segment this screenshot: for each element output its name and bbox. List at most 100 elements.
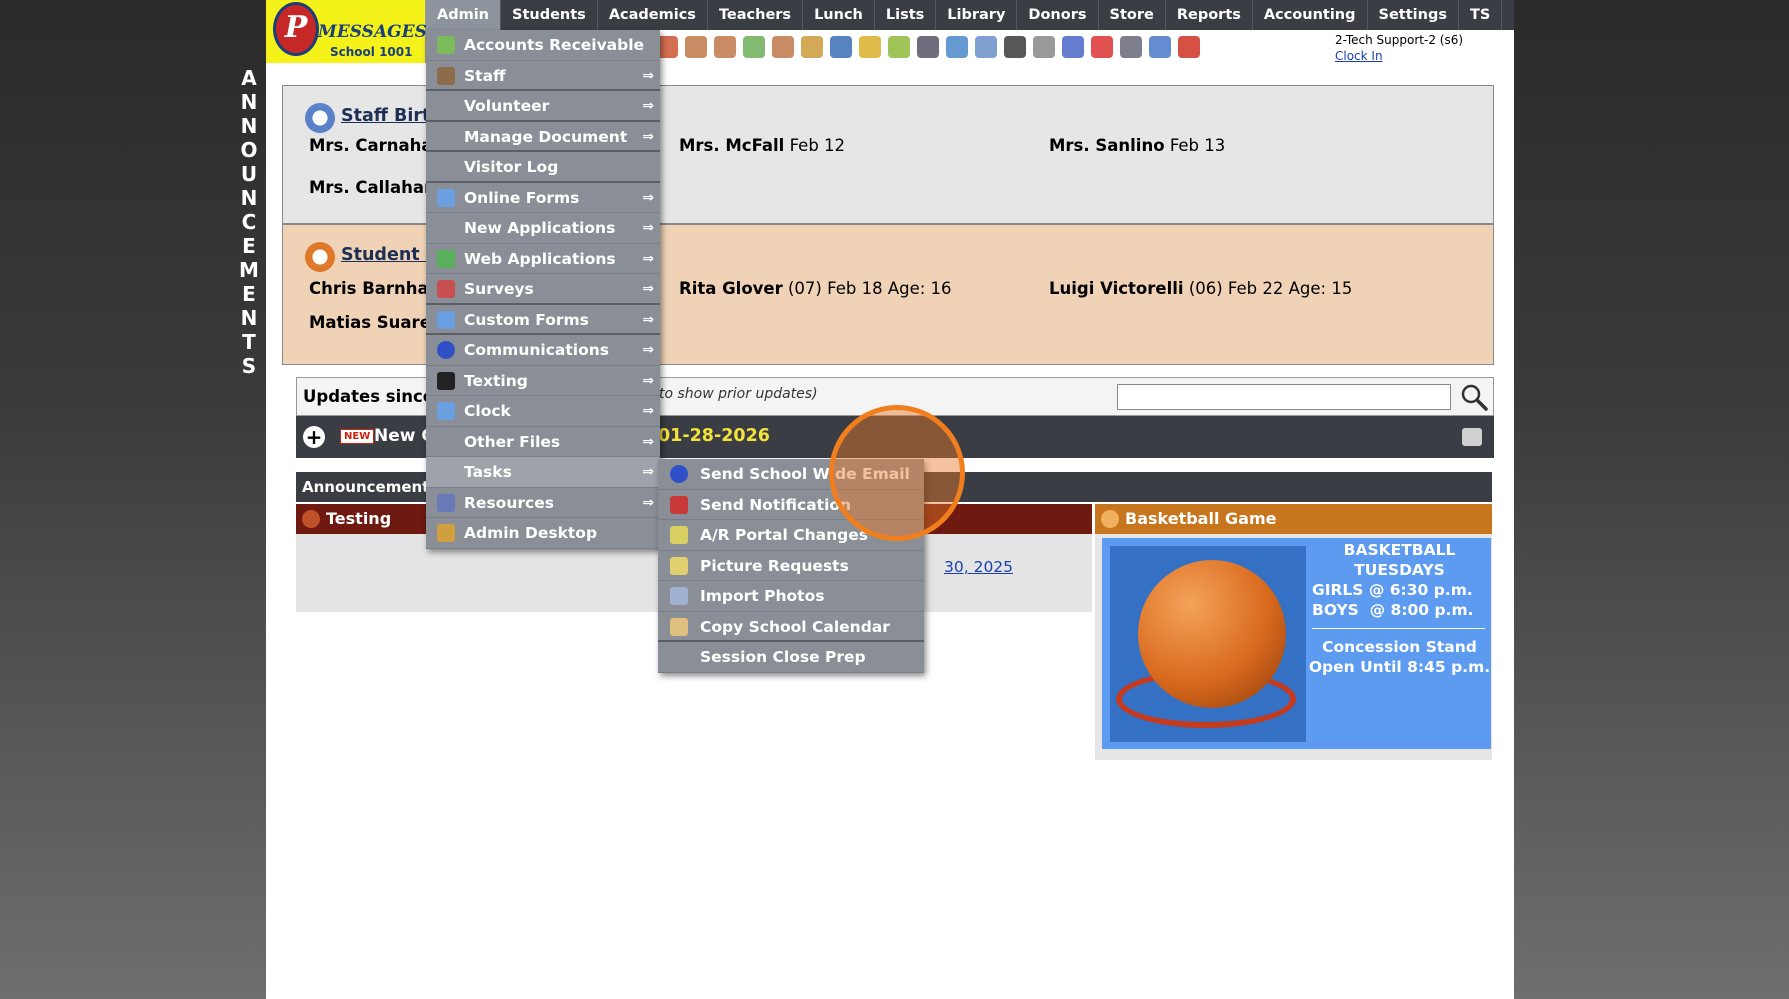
nav-donors[interactable]: Donors [1017,0,1099,30]
nav-logout[interactable]: Logout [1502,0,1514,30]
arrow-right-icon: ⇒ [642,342,654,358]
grid-icon[interactable] [975,36,997,58]
menu-item-visitor-log[interactable]: Visitor Log [426,152,660,183]
student-birthday-entry: Rita Glover (07) Feb 18 Age: 16 [679,279,952,298]
menu-item-picture-requests[interactable]: Picture Requests [658,551,924,581]
menu-item-resources[interactable]: Resources ⇒ [426,488,660,518]
menu-item-accounts-receivable[interactable]: Accounts Receivable [426,30,660,61]
menu-item-session-close-prep[interactable]: Session Close Prep [658,642,924,673]
person-icon[interactable] [685,36,707,58]
calendar-icon [670,617,688,636]
menu-item-label: Tasks [464,463,512,481]
testing-title[interactable]: Testing [326,509,391,528]
group-icon[interactable] [772,36,794,58]
ap-icon[interactable] [1062,36,1084,58]
nav-settings[interactable]: Settings [1368,0,1459,30]
new-updates-label[interactable]: New C [374,426,434,446]
person-icon[interactable] [714,36,736,58]
testing-link[interactable]: 30, 2025 [944,558,1013,576]
menu-item-texting[interactable]: Texting ⇒ [426,366,660,396]
arrow-right-icon: ⇒ [642,281,654,297]
bell-icon[interactable] [859,36,881,58]
clock-icon[interactable] [946,36,968,58]
nav-lunch[interactable]: Lunch [803,0,875,30]
nav-reports[interactable]: Reports [1166,0,1253,30]
menu-item-surveys[interactable]: Surveys ⇒ [426,274,660,305]
menu-item-other-files[interactable]: Other Files ⇒ [426,427,660,457]
expand-plus-icon[interactable]: + [303,426,325,448]
search-input[interactable] [1117,384,1451,410]
menu-item-label: Import Photos [700,587,825,605]
money-stack-icon[interactable] [1120,36,1142,58]
basketball-line: BASKETBALL [1343,541,1456,559]
menu-item-clock[interactable]: Clock ⇒ [426,396,660,427]
menu-item-communications[interactable]: Communications ⇒ [426,335,660,366]
menu-item-label: Resources [464,493,554,512]
school-logo[interactable]: P MESSAGES School 1001 [266,0,427,63]
menu-item-label: Web Applications [464,249,616,268]
money-icon[interactable] [743,36,765,58]
menu-item-manage-document[interactable]: Manage Document ⇒ [426,122,660,152]
menu-item-staff[interactable]: Staff ⇒ [426,61,660,91]
menu-item-tasks[interactable]: Tasks ⇒ [426,457,660,488]
announcements-letter: N [240,114,258,138]
announcements-letter: N [240,306,258,330]
new-updates-date: 01-28-2026 [658,426,770,446]
at-icon [670,465,688,483]
basketball-line: BOYS @ 8:00 p.m. [1312,601,1474,619]
menu-item-admin-desktop[interactable]: Admin Desktop [426,518,660,549]
book-icon[interactable] [830,36,852,58]
lunch-icon[interactable] [801,36,823,58]
nav-store[interactable]: Store [1099,0,1166,30]
announcements-letter: A [241,66,257,90]
nav-ts[interactable]: TS [1459,0,1503,30]
menu-item-label: Clock [464,402,511,420]
nav-lists[interactable]: Lists [875,0,937,30]
menu-item-import-photos[interactable]: Import Photos [658,581,924,612]
clock-in-link[interactable]: Clock In [1335,48,1463,64]
logo-mark: P [276,5,316,53]
menu-item-label: Send Notification [700,495,852,514]
portal-icon [670,526,688,544]
menu-item-label: Manage Document [464,127,628,146]
clock-icon [437,402,455,420]
menu-item-label: Session Close Prep [700,648,866,666]
card-icon[interactable] [1004,36,1026,58]
student-birthdays-title[interactable]: Student B [305,242,439,272]
pdf-icon[interactable] [1091,36,1113,58]
help-icon[interactable] [1149,36,1171,58]
nav-library[interactable]: Library [936,0,1018,30]
staff-birthday-entry: Mrs. McFall Feb 12 [679,136,846,155]
menu-item-online-forms[interactable]: Online Forms ⇒ [426,183,660,213]
nav-students[interactable]: Students [501,0,598,30]
forward-icon[interactable] [888,36,910,58]
search-icon[interactable] [1459,382,1489,412]
arrow-right-icon: ⇒ [642,311,654,328]
basketball-icon [1101,510,1119,528]
menu-item-custom-forms[interactable]: Custom Forms ⇒ [426,305,660,335]
basketball-card: Basketball Game BASKETBALL TUESDAYS GIRL… [1095,504,1492,760]
basketball-title[interactable]: Basketball Game [1125,509,1276,528]
menu-item-new-applications[interactable]: New Applications ⇒ [426,213,660,244]
printer-icon[interactable] [1033,36,1055,58]
nav-teachers[interactable]: Teachers [708,0,804,30]
menu-item-label: Admin Desktop [464,524,598,542]
nav-accounting[interactable]: Accounting [1253,0,1368,30]
menu-item-web-applications[interactable]: Web Applications ⇒ [426,244,660,274]
nav-admin[interactable]: Admin [426,0,502,30]
user-name: 2-Tech Support-2 (s6) [1335,33,1464,47]
staff-icon[interactable] [917,36,939,58]
arrow-right-icon: ⇒ [642,67,654,84]
menu-item-volunteer[interactable]: Volunteer ⇒ [426,91,660,122]
staff-birthdays-title[interactable]: Staff Birt [305,103,430,133]
money-icon [437,36,455,54]
admin-dropdown-menu: Accounts Receivable Staff ⇒ Volunteer ⇒ Manag… [426,30,660,549]
announcements-letter: T [242,330,256,354]
nav-academics[interactable]: Academics [598,0,708,30]
power-icon[interactable] [1178,36,1200,58]
print-icon[interactable] [1462,428,1482,446]
menu-item-copy-school-calendar[interactable]: Copy School Calendar [658,612,924,642]
new-badge: NEW [340,429,375,444]
menu-item-label: Staff [464,66,506,85]
click-highlight [829,405,965,541]
